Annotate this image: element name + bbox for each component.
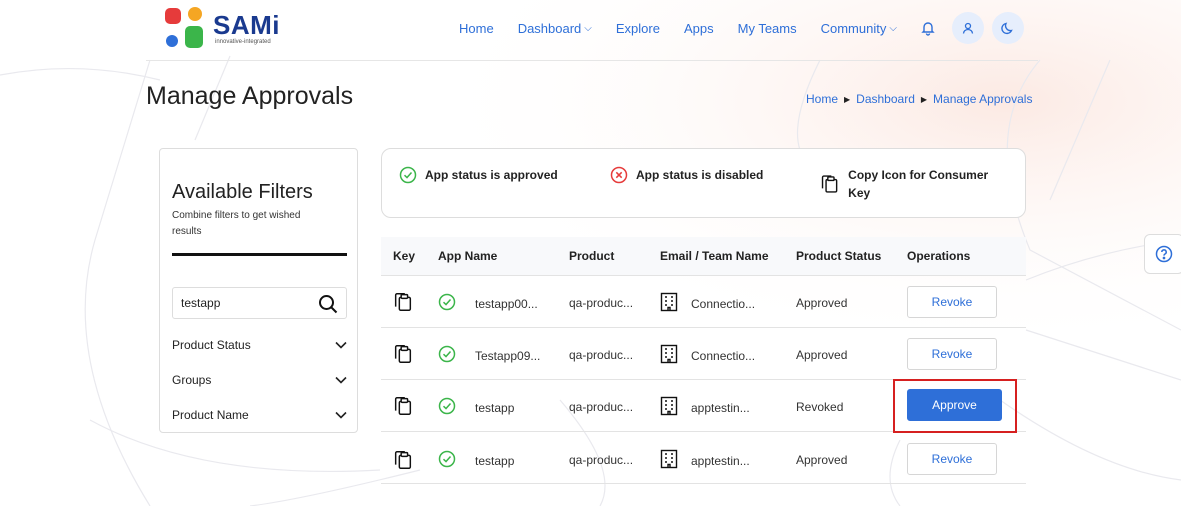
team-name: apptestin...: [691, 401, 750, 415]
logo-mark-icon: [165, 7, 203, 48]
table-row: testapp qa-produc... apptestin... Approv…: [381, 432, 1026, 484]
theme-toggle-button[interactable]: [992, 12, 1024, 44]
check-circle-icon: [438, 450, 456, 468]
chevron-right-icon: ▶: [844, 94, 851, 104]
breadcrumb-dashboard[interactable]: Dashboard: [856, 92, 915, 106]
filter-search-box: [172, 287, 347, 319]
filters-panel: Available Filters Combine filters to get…: [159, 148, 358, 433]
x-circle-icon: [610, 166, 628, 184]
profile-button[interactable]: [952, 12, 984, 44]
legend-approved: App status is approved: [399, 166, 558, 184]
team-name: Connectio...: [691, 297, 756, 311]
nav-explore[interactable]: Explore: [616, 21, 660, 36]
product-status: Revoked: [796, 400, 844, 414]
chevron-down-icon: [335, 376, 347, 384]
filters-title: Available Filters: [172, 181, 313, 203]
building-icon: [660, 292, 678, 312]
col-operations: Operations: [907, 249, 971, 263]
team-name: apptestin...: [691, 454, 750, 468]
building-icon: [660, 396, 678, 416]
product-status: Approved: [796, 296, 848, 310]
copy-icon: [821, 175, 838, 193]
breadcrumb: Home ▶ Dashboard ▶ Manage Approvals: [806, 92, 1032, 106]
product-name: qa-produc...: [569, 453, 634, 467]
copy-icon[interactable]: [392, 291, 414, 313]
brand-tagline: innovative-integrated: [215, 39, 271, 45]
table-row: testapp qa-produc... apptestin... Revoke…: [381, 379, 1026, 433]
header-divider: [146, 60, 1038, 61]
help-circle-icon: [1155, 245, 1173, 263]
col-product: Product: [569, 249, 615, 263]
app-name: testapp: [475, 401, 515, 415]
brand-name: SAMi: [213, 10, 280, 40]
check-circle-icon: [438, 345, 456, 363]
col-status: Product Status: [796, 249, 882, 263]
user-icon: [962, 22, 974, 34]
copy-icon[interactable]: [392, 449, 414, 471]
highlight-box: [893, 379, 1017, 433]
nav-actions: [912, 12, 1024, 44]
product-status: Approved: [796, 453, 848, 467]
nav-my-teams[interactable]: My Teams: [738, 21, 797, 36]
building-icon: [660, 344, 678, 364]
help-button[interactable]: [1144, 234, 1181, 274]
table-row: Testapp09... qa-produc... Connectio... A…: [381, 328, 1026, 380]
col-key: Key: [393, 249, 416, 263]
app-name: testapp: [475, 454, 515, 468]
col-app-name: App Name: [438, 249, 498, 263]
product-status: Approved: [796, 348, 848, 362]
chevron-down-icon: [335, 341, 347, 349]
chevron-down-icon: ⌵: [889, 22, 897, 34]
product-name: qa-produc...: [569, 296, 634, 310]
check-circle-icon: [438, 397, 456, 415]
nav-apps[interactable]: Apps: [684, 21, 714, 36]
check-circle-icon: [438, 293, 456, 311]
nav-dashboard[interactable]: Dashboard ⌵: [518, 21, 592, 36]
team-name: Connectio...: [691, 349, 756, 363]
filter-groups[interactable]: Groups: [172, 370, 347, 390]
chevron-down-icon: ⌵: [584, 22, 592, 34]
search-icon[interactable]: [318, 294, 338, 314]
nav-home[interactable]: Home: [459, 21, 494, 36]
legend-copy-key: Copy Icon for Consumer Key: [819, 166, 994, 202]
bell-icon: [921, 22, 935, 36]
top-nav: Home Dashboard ⌵ Explore Apps My Teams Co…: [459, 14, 921, 42]
revoke-button[interactable]: Revoke: [907, 286, 997, 318]
copy-icon[interactable]: [392, 395, 414, 417]
nav-community[interactable]: Community ⌵: [821, 21, 897, 36]
chevron-right-icon: ▶: [920, 94, 928, 104]
filter-search-input[interactable]: [181, 296, 311, 310]
filters-subtitle: Combine filters to get wished results: [172, 210, 301, 237]
app-name: Testapp09...: [475, 349, 541, 363]
legend-disabled: App status is disabled: [610, 166, 763, 184]
check-circle-icon: [399, 166, 417, 184]
copy-icon[interactable]: [392, 343, 414, 365]
moon-icon: [1001, 22, 1013, 35]
chevron-down-icon: [335, 411, 347, 419]
status-legend: App status is approved App status is dis…: [381, 148, 1026, 218]
filters-divider: [172, 253, 347, 256]
filter-product-status[interactable]: Product Status: [172, 335, 347, 355]
revoke-button[interactable]: Revoke: [907, 443, 997, 475]
product-name: qa-produc...: [569, 400, 634, 414]
table-header: Key App Name Product Email / Team Name P…: [381, 237, 1026, 276]
filter-product-name[interactable]: Product Name: [172, 405, 347, 425]
page-title: Manage Approvals: [146, 82, 354, 110]
product-name: qa-produc...: [569, 348, 634, 362]
table-row: testapp00... qa-produc... Connectio... A…: [381, 276, 1026, 328]
col-team: Email / Team Name: [660, 249, 769, 263]
brand-logo[interactable]: SAMi innovative-integrated: [163, 6, 293, 50]
revoke-button[interactable]: Revoke: [907, 338, 997, 370]
notifications-button[interactable]: [912, 12, 944, 44]
building-icon: [660, 449, 678, 469]
app-name: testapp00...: [475, 297, 538, 311]
breadcrumb-home[interactable]: Home: [806, 92, 838, 106]
breadcrumb-current: Manage Approvals: [933, 92, 1033, 106]
